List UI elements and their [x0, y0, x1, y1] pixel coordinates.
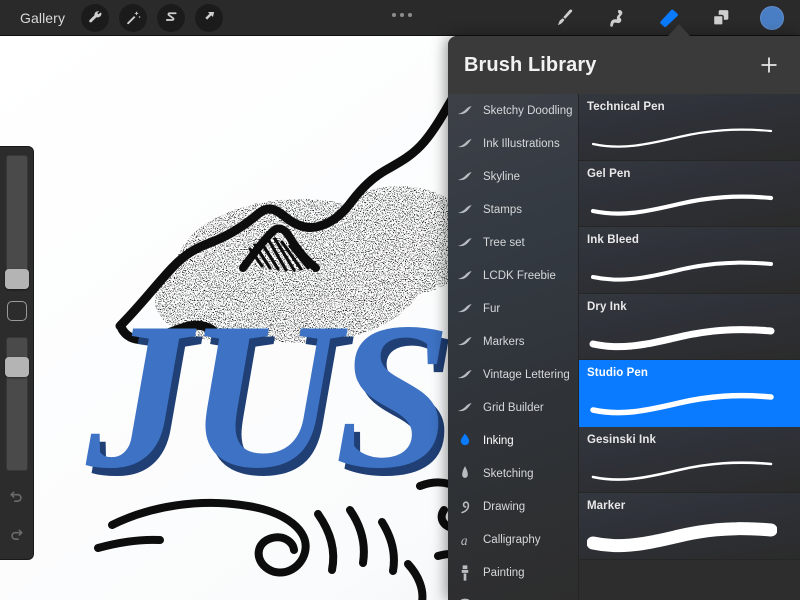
- tool-sidebar: [0, 146, 34, 560]
- brush-stroke-preview: [587, 386, 775, 420]
- actions-wrench-icon[interactable]: [81, 3, 110, 32]
- brush-stroke-icon: [454, 100, 476, 122]
- ink-drop-icon: [454, 430, 476, 452]
- brush-category-label: Fur: [483, 302, 501, 315]
- brush-list-item[interactable]: Dry Ink: [579, 293, 800, 360]
- opacity-thumb[interactable]: [4, 357, 29, 377]
- brush-category-item[interactable]: Drawing: [448, 490, 578, 523]
- brush-list[interactable]: Technical Pen Gel Pen Ink Bleed Dry Ink Stud…: [578, 94, 800, 600]
- brush-library-panel: Brush Library Sketchy Doodling Ink Illust…: [448, 36, 800, 600]
- adjustments-wand-icon[interactable]: [119, 3, 148, 32]
- brush-category-label: Skyline: [483, 170, 521, 183]
- brush-stroke-preview: [587, 187, 775, 221]
- brush-item-label: Studio Pen: [587, 367, 649, 379]
- brush-category-label: Stamps: [483, 203, 522, 216]
- add-brush-button[interactable]: [756, 52, 782, 78]
- brush-stroke-icon: [454, 199, 476, 221]
- panel-header: Brush Library: [448, 36, 800, 94]
- toolbar-overflow-menu[interactable]: [392, 13, 412, 17]
- palette-icon: [454, 595, 476, 600]
- brush-list-item[interactable]: Technical Pen: [579, 94, 800, 161]
- brush-category-label: Grid Builder: [483, 401, 544, 414]
- panel-title: Brush Library: [464, 53, 597, 76]
- brush-category-item[interactable]: Fur: [448, 292, 578, 325]
- brush-stroke-preview: [587, 320, 775, 354]
- brush-category-item[interactable]: Markers: [448, 325, 578, 358]
- brush-category-item[interactable]: Stamps: [448, 193, 578, 226]
- brush-category-label: Ink Illustrations: [483, 137, 560, 150]
- brush-category-item[interactable]: Skyline: [448, 160, 578, 193]
- brush-list-item[interactable]: Gesinski Ink: [579, 426, 800, 493]
- brush-category-label: Painting: [483, 566, 525, 579]
- brush-list-item[interactable]: Ink Bleed: [579, 227, 800, 294]
- squiggle-icon: [454, 496, 476, 518]
- gallery-button[interactable]: Gallery: [14, 8, 71, 28]
- brush-stroke-icon: [454, 133, 476, 155]
- transform-arrow-icon[interactable]: [195, 3, 224, 32]
- brush-stroke-preview: [587, 253, 775, 287]
- opacity-slider[interactable]: [4, 337, 29, 471]
- brush-category-item[interactable]: Sketchy Doodling: [448, 94, 578, 127]
- brush-category-item[interactable]: Inking: [448, 424, 578, 457]
- brush-item-label: Ink Bleed: [587, 234, 640, 246]
- brush-stroke-preview: [587, 120, 775, 154]
- brush-category-label: Calligraphy: [483, 533, 541, 546]
- brush-category-item[interactable]: a Calligraphy: [448, 523, 578, 556]
- brush-stroke-icon: [454, 166, 476, 188]
- brush-list-item[interactable]: Studio Pen: [579, 360, 800, 427]
- brush-category-item[interactable]: Sketching: [448, 457, 578, 490]
- panel-body: Sketchy Doodling Ink Illustrations Skyline…: [448, 94, 800, 600]
- modify-button[interactable]: [6, 301, 27, 321]
- brush-category-item[interactable]: LCDK Freebie: [448, 259, 578, 292]
- brush-item-label: Dry Ink: [587, 300, 627, 313]
- brush-stroke-icon: [454, 397, 476, 419]
- color-swatch-button[interactable]: [760, 6, 784, 30]
- brush-category-item[interactable]: Vintage Lettering: [448, 358, 578, 391]
- selection-s-icon[interactable]: [157, 3, 186, 32]
- panel-pointer-arrow: [668, 24, 690, 36]
- brush-stroke-icon: [454, 331, 476, 353]
- redo-button[interactable]: [4, 521, 30, 547]
- brush-category-item[interactable]: Painting: [448, 556, 578, 589]
- smudge-finger-icon[interactable]: [604, 5, 630, 31]
- brush-stroke-icon: [454, 232, 476, 254]
- brush-stroke-icon: [454, 298, 476, 320]
- brush-category-label: LCDK Freebie: [483, 269, 556, 282]
- brush-stroke-icon: [454, 265, 476, 287]
- paint-brush-icon[interactable]: [552, 5, 578, 31]
- paint-brush-flat-icon: [454, 562, 476, 584]
- brush-category-label: Sketching: [483, 467, 534, 480]
- brush-category-item[interactable]: Tree set: [448, 226, 578, 259]
- brush-category-label: Inking: [483, 434, 514, 447]
- brush-category-item[interactable]: Artistic: [448, 589, 578, 600]
- brush-item-label: Gesinski Ink: [587, 433, 656, 446]
- brush-list-item[interactable]: Marker: [579, 493, 800, 560]
- brush-item-label: Gel Pen: [587, 167, 631, 180]
- letter-a-icon: a: [454, 529, 476, 551]
- brush-list-item[interactable]: Gel Pen: [579, 160, 800, 227]
- brush-stroke-icon: [454, 364, 476, 386]
- brush-item-label: Marker: [587, 500, 626, 512]
- brush-category-list[interactable]: Sketchy Doodling Ink Illustrations Skyline…: [448, 94, 578, 600]
- undo-button[interactable]: [4, 483, 30, 509]
- brush-category-label: Drawing: [483, 500, 526, 513]
- brush-category-label: Markers: [483, 335, 525, 348]
- svg-text:a: a: [461, 533, 468, 548]
- brush-size-slider[interactable]: [4, 155, 29, 289]
- brush-size-thumb[interactable]: [4, 269, 29, 289]
- brush-stroke-preview: [587, 453, 775, 487]
- pencil-tip-icon: [454, 463, 476, 485]
- brush-category-label: Vintage Lettering: [483, 368, 570, 381]
- layers-icon[interactable]: [708, 5, 734, 31]
- toolbar-left-group: Gallery: [0, 3, 224, 32]
- brush-stroke-preview: [586, 519, 778, 553]
- brush-category-item[interactable]: Ink Illustrations: [448, 127, 578, 160]
- brush-category-label: Sketchy Doodling: [483, 104, 573, 117]
- brush-item-label: Technical Pen: [587, 101, 665, 113]
- brush-category-item[interactable]: Grid Builder: [448, 391, 578, 424]
- brush-category-label: Tree set: [483, 236, 525, 249]
